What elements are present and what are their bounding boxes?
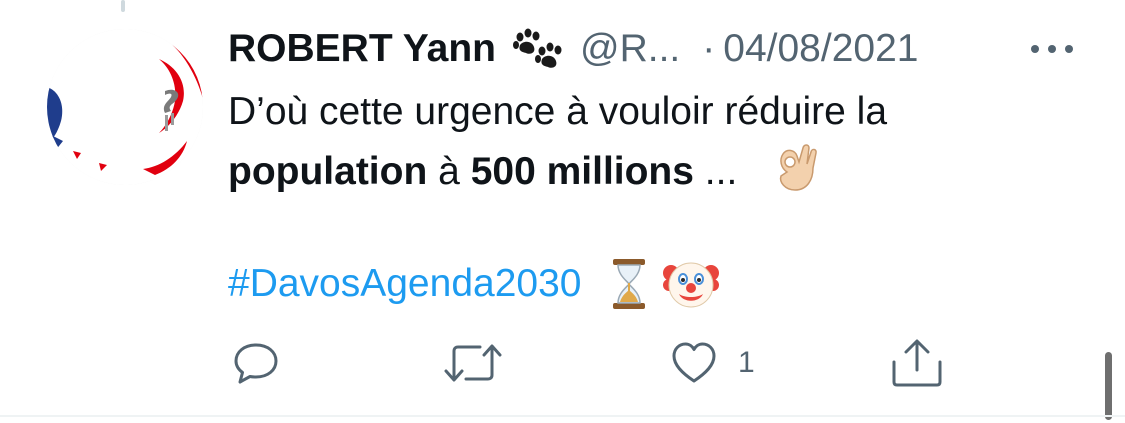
share-button[interactable]	[890, 335, 944, 391]
like-button[interactable]: 1	[670, 335, 755, 391]
bold-population: population	[228, 150, 428, 193]
clown-face-emoji-icon	[663, 257, 720, 311]
user-handle[interactable]: @R...	[580, 24, 680, 74]
display-name[interactable]: ROBERT Yann	[228, 24, 496, 74]
tweet-text-line1: D’où cette urgence à vouloir réduire la	[228, 90, 888, 133]
avatar[interactable]	[47, 29, 203, 185]
scrollbar[interactable]	[1105, 352, 1112, 420]
text-ellipsis: ...	[704, 150, 738, 193]
separator-dot: ·	[702, 27, 716, 70]
marianne-logo	[47, 29, 203, 185]
bold-500-millions: 500 millions	[470, 150, 694, 193]
retweet-button[interactable]	[444, 335, 502, 391]
reply-icon	[232, 339, 280, 387]
tweet-text: D’où cette urgence à vouloir réduire la …	[228, 82, 1068, 202]
hourglass-emoji-icon	[609, 257, 649, 311]
thread-connector-line	[121, 0, 125, 12]
more-horizontal-icon[interactable]	[1028, 40, 1076, 58]
tweet-divider	[0, 415, 1125, 417]
tweet-actions-bar: 1	[0, 335, 1125, 395]
retweet-icon	[444, 339, 502, 387]
share-icon	[890, 338, 944, 388]
reply-button[interactable]	[232, 335, 280, 391]
tweet-text-line-1: D’où cette urgence à vouloir réduire la	[228, 82, 1068, 142]
tweet-date[interactable]: 04/08/2021	[723, 24, 918, 74]
tweet-text-line-2: population à 500 millions ...	[228, 142, 1068, 202]
like-count: 1	[738, 346, 755, 379]
ok-hand-emoji-icon	[773, 142, 821, 194]
text-a: à	[438, 150, 460, 193]
tweet-header: ROBERT Yann @R... · 04/08/2021	[228, 24, 918, 74]
hashtag-link[interactable]: #DavosAgenda2030	[228, 262, 581, 306]
paw-prints-emoji-icon	[510, 27, 566, 71]
heart-icon	[670, 339, 718, 387]
hashtag-line: #DavosAgenda2030	[228, 254, 720, 314]
